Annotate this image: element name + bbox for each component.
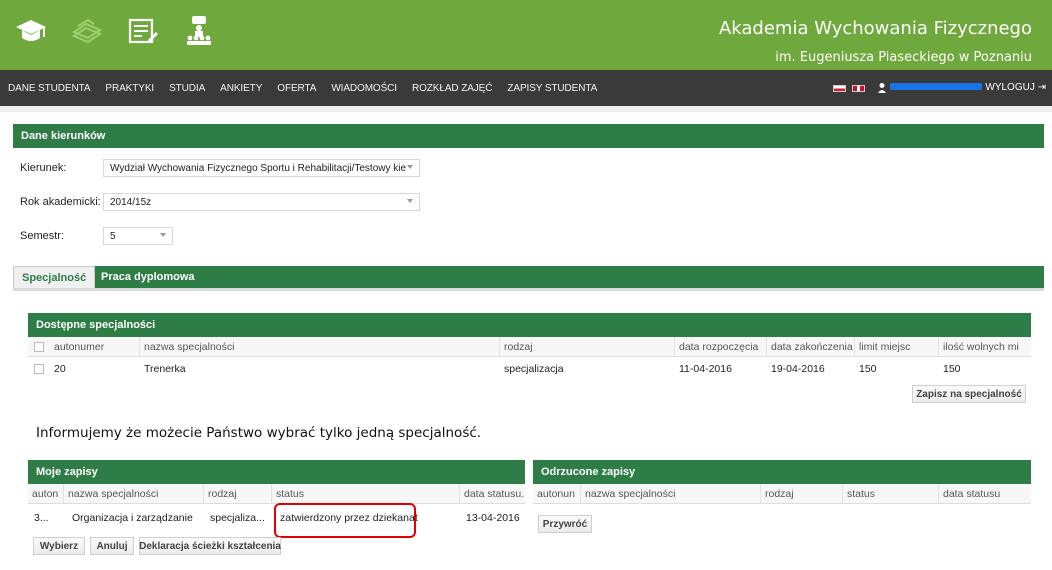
col-rodzaj[interactable]: rodzaj [500, 337, 675, 356]
chevron-down-icon [407, 199, 413, 203]
select-all-checkbox[interactable] [34, 341, 44, 352]
cell-limit-miejsc: 150 [859, 363, 877, 375]
chevron-down-icon [407, 165, 413, 169]
tab-specjalnosc[interactable]: Specjalność [13, 266, 96, 288]
col-limit-miejsc[interactable]: limit miejsc [855, 337, 939, 356]
user-icon [878, 83, 886, 93]
semestr-select[interactable]: 5 [103, 227, 173, 245]
deklaracja-button[interactable]: Deklaracja ścieżki kształcenia [139, 537, 281, 555]
group-icon[interactable] [182, 14, 216, 48]
semestr-value: 5 [110, 230, 116, 242]
cell-autonumer: 20 [54, 363, 66, 375]
logout-link[interactable]: WYLOGUJ ⇥ [985, 82, 1046, 93]
col-auton[interactable]: auton [28, 484, 64, 503]
semestr-label: Semestr: [20, 230, 65, 242]
tab-praca-dyplomowa[interactable]: Praca dyplomowa [93, 266, 203, 288]
cell-data-statusu: 13-04-2016 [466, 512, 520, 524]
nav-studia[interactable]: STUDIA [169, 83, 205, 94]
cell-nazwa: Trenerka [144, 363, 186, 375]
cell-auton: 3... [34, 512, 49, 524]
kierunek-value: Wydział Wychowania Fizycznego Sportu i R… [110, 162, 407, 174]
university-subtitle: im. Eugeniusza Piaseckiego w Poznaniu [775, 50, 1032, 65]
university-title: Akademia Wychowania Fizycznego [718, 18, 1032, 39]
nav-dane-studenta[interactable]: DANE STUDENTA [8, 83, 91, 94]
cell-rodzaj: specjalizacja [504, 363, 564, 375]
cell-rodzaj: specjaliza... [210, 512, 265, 524]
wybierz-button[interactable]: Wybierz [33, 537, 85, 555]
user-name-redacted [890, 83, 982, 90]
nav-wiadomosci[interactable]: WIADOMOŚCI [331, 83, 397, 94]
cell-data-zakonczenia: 19-04-2016 [771, 363, 825, 375]
col-status[interactable]: status [843, 484, 939, 503]
col-nazwa[interactable]: nazwa specjalności [140, 337, 500, 356]
nav-shadow [0, 106, 1052, 112]
nav-oferta[interactable]: OFERTA [277, 83, 316, 94]
zapisz-button[interactable]: Zapisz na specjalność [912, 385, 1026, 403]
col-autonun[interactable]: autonun [533, 484, 581, 503]
rok-value: 2014/15z [110, 196, 152, 208]
header-icons [14, 14, 216, 48]
col-data-zakonczenia[interactable]: data zakończenia [767, 337, 855, 356]
anuluj-button[interactable]: Anuluj [90, 537, 134, 555]
rok-label: Rok akademicki: [20, 196, 101, 208]
status-highlight-outline [274, 503, 416, 538]
cell-nazwa: Organizacja i zarządzanie [72, 512, 193, 524]
odrzucone-grid-header: autonun nazwa specjalności rodzaj status… [533, 484, 1031, 504]
nav-rozklad-zajec[interactable]: ROZKŁAD ZAJĘĆ [412, 83, 492, 94]
logout-icon: ⇥ [1037, 82, 1046, 93]
nav-ankiety[interactable]: ANKIETY [220, 83, 262, 94]
kierunki-panel-title: Dane kierunków [13, 124, 1044, 148]
app-header: Akademia Wychowania Fizycznego im. Eugen… [0, 0, 1052, 70]
col-rodzaj[interactable]: rodzaj [204, 484, 272, 503]
col-ilosc-wolnych[interactable]: ilość wolnych mi [939, 337, 1031, 356]
cell-data-rozpoczecia: 11-04-2016 [679, 363, 732, 375]
rok-select[interactable]: 2014/15z [103, 193, 420, 211]
chevron-down-icon [160, 233, 166, 237]
books-icon[interactable] [70, 14, 104, 48]
col-data-statusu[interactable]: data statusu. [460, 484, 525, 503]
col-nazwa[interactable]: nazwa specjalności [64, 484, 204, 503]
kierunek-label: Kierunek: [20, 162, 67, 174]
col-status[interactable]: status [272, 484, 460, 503]
col-nazwa[interactable]: nazwa specjalności [581, 484, 761, 503]
col-data-rozpoczecia[interactable]: data rozpoczęcia [675, 337, 767, 356]
row-checkbox[interactable] [34, 364, 44, 374]
odrzucone-panel-title: Odrzucone zapisy [533, 460, 1031, 484]
dostepne-panel-title: Dostępne specjalności [28, 313, 1031, 337]
col-autonumer[interactable]: autonumer [50, 337, 140, 356]
tabs-underline [13, 288, 1044, 291]
info-message: Informujemy że możecie Państwo wybrać ty… [36, 425, 482, 441]
dostepne-grid-header: autonumer nazwa specjalności rodzaj data… [28, 337, 1031, 357]
nav-praktyki[interactable]: PRAKTYKI [105, 83, 154, 94]
moje-panel-title: Moje zapisy [28, 460, 525, 484]
nav-zapisy-studenta[interactable]: ZAPISY STUDENTA [507, 83, 597, 94]
przywroc-button[interactable]: Przywróć [538, 515, 592, 533]
cell-ilosc-wolnych: 150 [943, 363, 961, 375]
document-icon[interactable] [126, 14, 160, 48]
flag-en-icon[interactable] [852, 85, 865, 92]
col-rodzaj[interactable]: rodzaj [761, 484, 843, 503]
flag-pl-icon[interactable] [833, 85, 846, 92]
graduation-cap-icon[interactable] [14, 14, 48, 48]
kierunek-select[interactable]: Wydział Wychowania Fizycznego Sportu i R… [103, 159, 420, 177]
col-data-statusu[interactable]: data statusu [939, 484, 1031, 503]
moje-grid-header: auton nazwa specjalności rodzaj status d… [28, 484, 525, 504]
table-row[interactable]: 20 Trenerka specjalizacja 11-04-2016 19-… [28, 360, 1031, 378]
